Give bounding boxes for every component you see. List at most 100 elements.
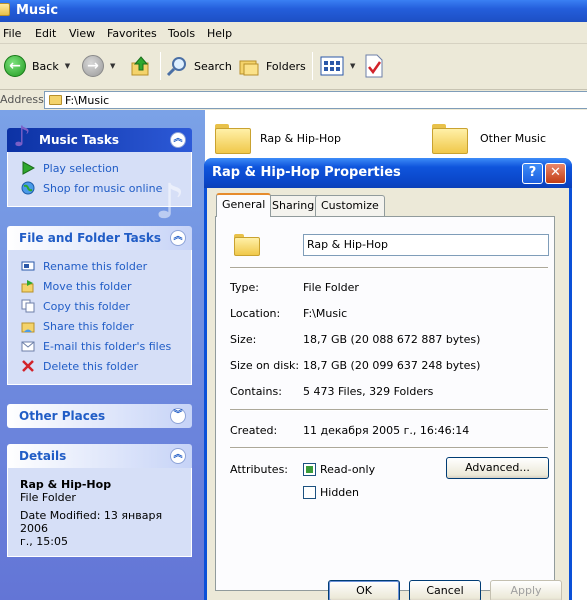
folders-icon xyxy=(239,60,259,76)
contains-label: Contains: xyxy=(230,385,282,398)
file-folder-tasks-panel: File and Folder Tasks ︽ Rename this fold… xyxy=(7,226,192,385)
menu-file[interactable]: File xyxy=(3,27,21,40)
delete-folder-label: Delete this folder xyxy=(43,359,139,373)
move-folder-link[interactable]: Move this folder xyxy=(20,276,191,296)
ok-button[interactable]: OK xyxy=(328,580,400,600)
dialog-titlebar[interactable]: Rap & Hip-Hop Properties ? ✕ xyxy=(204,158,572,188)
email-files-label: E-mail this folder's files xyxy=(43,339,172,353)
folder-icon[interactable] xyxy=(215,124,251,154)
folder-other-music-label[interactable]: Other Music xyxy=(480,132,546,145)
details-title: Details xyxy=(19,449,67,463)
search-button[interactable]: Search xyxy=(166,52,232,80)
type-label: Type: xyxy=(230,281,259,294)
dialog-title: Rap & Hip-Hop Properties xyxy=(212,165,401,180)
share-icon xyxy=(20,318,36,334)
toolbar: ← Back ▼ → ▼ Search Folders ▼ xyxy=(0,44,587,90)
folder-icon xyxy=(49,95,62,105)
up-button[interactable] xyxy=(130,52,152,80)
details-body: Rap & Hip-Hop File Folder Date Modified:… xyxy=(7,468,192,557)
rename-icon xyxy=(20,258,36,274)
dropdown-arrow-icon[interactable]: ▼ xyxy=(110,62,115,70)
folders-button[interactable]: Folders xyxy=(238,52,306,80)
hidden-label[interactable]: Hidden xyxy=(320,486,359,499)
properties-icon xyxy=(365,54,383,78)
email-files-link[interactable]: E-mail this folder's files xyxy=(20,336,191,356)
readonly-label[interactable]: Read-only xyxy=(320,463,375,476)
search-icon xyxy=(166,57,186,77)
back-button[interactable]: ← Back ▼ xyxy=(4,52,70,80)
type-value: File Folder xyxy=(303,281,359,294)
other-places-header[interactable]: Other Places ︾ xyxy=(7,404,192,428)
file-folder-tasks-header[interactable]: File and Folder Tasks ︽ xyxy=(7,226,192,250)
readonly-checkbox[interactable] xyxy=(303,463,316,476)
divider xyxy=(230,267,548,269)
share-folder-link[interactable]: Share this folder xyxy=(20,316,191,336)
details-header[interactable]: Details ︽ xyxy=(7,444,192,468)
hidden-checkbox[interactable] xyxy=(303,486,316,499)
delete-folder-link[interactable]: Delete this folder xyxy=(20,356,191,376)
task-pane: ♪ Music Tasks ︽ ♪ Play selection Shop fo… xyxy=(0,110,205,600)
music-note-icon: ♪ xyxy=(13,120,31,153)
folder-up-icon xyxy=(131,56,149,76)
help-button[interactable]: ? xyxy=(522,163,543,184)
folders-label: Folders xyxy=(266,59,306,73)
attributes-label: Attributes: xyxy=(230,463,289,476)
close-button[interactable]: ✕ xyxy=(545,163,566,184)
folder-rap-hiphop-label[interactable]: Rap & Hip-Hop xyxy=(260,132,341,145)
dropdown-arrow-icon[interactable]: ▼ xyxy=(65,62,70,70)
location-label: Location: xyxy=(230,307,281,320)
size-label: Size: xyxy=(230,333,257,346)
size-on-disk-value: 18,7 GB (20 099 637 248 bytes) xyxy=(303,359,481,372)
dropdown-arrow-icon[interactable]: ▼ xyxy=(350,62,355,70)
menu-edit[interactable]: Edit xyxy=(35,27,56,40)
advanced-button[interactable]: Advanced... xyxy=(446,457,549,479)
collapse-chevron-icon[interactable]: ︽ xyxy=(170,448,186,464)
move-icon xyxy=(20,278,36,294)
music-tasks-header[interactable]: ♪ Music Tasks ︽ xyxy=(7,120,192,153)
other-places-panel: Other Places ︾ xyxy=(7,404,192,428)
collapse-chevron-icon[interactable]: ︽ xyxy=(170,132,186,148)
window-titlebar[interactable]: Music xyxy=(0,0,587,22)
back-label: Back xyxy=(32,59,59,73)
menu-tools[interactable]: Tools xyxy=(168,27,195,40)
folder-icon xyxy=(234,234,260,256)
address-input[interactable]: F:\Music xyxy=(44,91,587,109)
menu-view[interactable]: View xyxy=(69,27,95,40)
tab-sharing[interactable]: Sharing xyxy=(266,195,321,216)
expand-chevron-icon[interactable]: ︾ xyxy=(170,408,186,424)
rename-folder-label: Rename this folder xyxy=(43,259,148,273)
cancel-button[interactable]: Cancel xyxy=(409,580,481,600)
globe-icon xyxy=(20,180,36,196)
apply-button[interactable]: Apply xyxy=(490,580,562,600)
tab-customize[interactable]: Customize xyxy=(315,195,385,216)
forward-button[interactable]: → ▼ xyxy=(82,52,115,80)
copy-folder-label: Copy this folder xyxy=(43,299,130,313)
views-button[interactable]: ▼ xyxy=(320,52,355,80)
copy-icon xyxy=(20,298,36,314)
folder-icon[interactable] xyxy=(432,124,468,154)
properties-dialog: Rap & Hip-Hop Properties ? ✕ General Sha… xyxy=(204,158,572,600)
back-arrow-icon: ← xyxy=(4,55,26,77)
address-path: F:\Music xyxy=(65,94,110,107)
collapse-chevron-icon[interactable]: ︽ xyxy=(170,230,186,246)
views-icon xyxy=(320,56,344,76)
rename-folder-link[interactable]: Rename this folder xyxy=(20,256,191,276)
move-folder-label: Move this folder xyxy=(43,279,132,293)
properties-button[interactable] xyxy=(364,52,384,80)
play-selection-label: Play selection xyxy=(43,161,119,175)
size-value: 18,7 GB (20 088 672 887 bytes) xyxy=(303,333,481,346)
play-icon xyxy=(20,160,36,176)
menu-help[interactable]: Help xyxy=(207,27,232,40)
general-tab-panel: Rap & Hip-Hop Type: File Folder Location… xyxy=(215,216,555,591)
menu-favorites[interactable]: Favorites xyxy=(107,27,157,40)
toolbar-separator xyxy=(160,52,161,80)
file-folder-tasks-body: Rename this folder Move this folder Copy… xyxy=(7,250,192,385)
share-folder-label: Share this folder xyxy=(43,319,134,333)
copy-folder-link[interactable]: Copy this folder xyxy=(20,296,191,316)
tab-general[interactable]: General xyxy=(216,193,272,217)
details-type: File Folder xyxy=(20,491,76,504)
menu-bar: File Edit View Favorites Tools Help xyxy=(0,22,587,44)
folder-name-input[interactable]: Rap & Hip-Hop xyxy=(303,234,549,256)
file-folder-tasks-title: File and Folder Tasks xyxy=(19,231,162,245)
contains-value: 5 473 Files, 329 Folders xyxy=(303,385,434,398)
